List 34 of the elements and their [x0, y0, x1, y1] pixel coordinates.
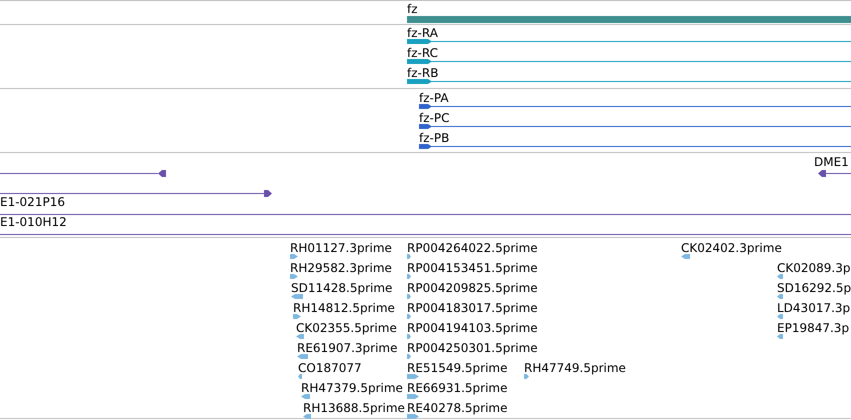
feature-label: RH13688.5prime	[303, 402, 405, 415]
feature-label: LD43017.3p	[777, 302, 850, 315]
feature-label: EP19847.3p	[777, 322, 850, 335]
feature-label: SD16292.5p	[777, 282, 851, 295]
feature-label: RH01127.3prime	[290, 242, 392, 255]
feature-label: fz-RC	[407, 47, 438, 60]
feature-label: RP004153451.5prime	[407, 262, 538, 275]
feature-label: fz-PB	[419, 132, 450, 145]
feature-label: fz	[407, 3, 418, 16]
feature-label: RE40278.5prime	[407, 402, 508, 415]
feature-label: RE61907.3prime	[297, 342, 398, 355]
feature-label: SD11428.5prime	[291, 282, 392, 295]
feature-label: fz-PC	[419, 112, 450, 125]
feature-label: RH14812.5prime	[293, 302, 395, 315]
feature-label: RH47379.5prime	[301, 382, 403, 395]
feature-label: E1-010H12	[0, 216, 67, 229]
feature-label: RP004194103.5prime	[407, 322, 538, 335]
feature-label: RE51549.5prime	[407, 362, 508, 375]
feature-label: CK02089.3p	[777, 262, 850, 275]
feature-label: RE66931.5prime	[407, 382, 508, 395]
feature-label: CK02402.3prime	[681, 242, 782, 255]
feature-label: RH47749.5prime	[524, 362, 626, 375]
feature-label: DME1	[814, 156, 849, 169]
feature-label: fz-RB	[407, 67, 438, 80]
feature-label: RP004183017.5prime	[407, 302, 538, 315]
feature-label: fz-PA	[419, 92, 449, 105]
feature-label: CK02355.5prime	[296, 322, 397, 335]
feature-label: RP004250301.5prime	[407, 342, 538, 355]
feature-label: RH29582.3prime	[290, 262, 392, 275]
feature-label: E1-021P16	[0, 196, 65, 209]
feature-label: CO187077	[298, 362, 362, 375]
feature-label: RP004209825.5prime	[407, 282, 538, 295]
feature-label: RP004264022.5prime	[407, 242, 538, 255]
feature-label: fz-RA	[407, 27, 438, 40]
